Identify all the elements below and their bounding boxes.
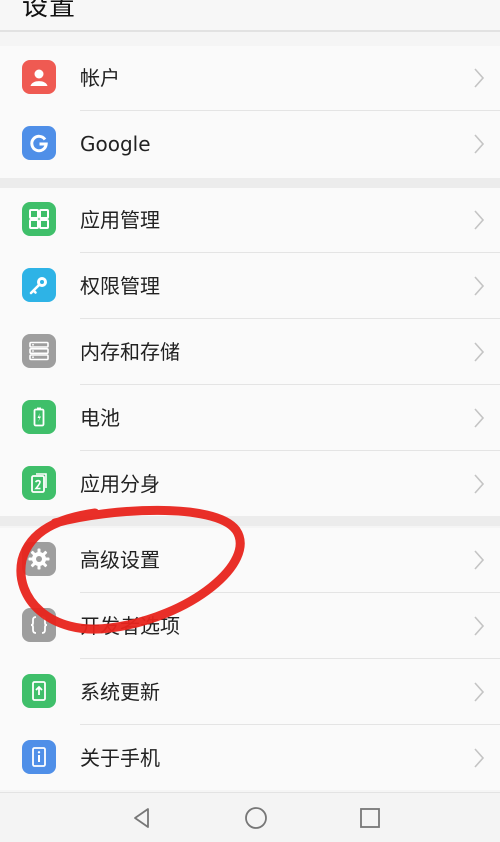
divider <box>80 450 500 451</box>
storage-icon <box>22 334 56 368</box>
update-icon <box>22 674 56 708</box>
chevron-right-icon <box>474 276 485 296</box>
settings-item-permissions[interactable]: 权限管理 <box>0 254 500 319</box>
chevron-right-icon <box>474 748 485 768</box>
settings-item-storage[interactable]: 内存和存储 <box>0 320 500 385</box>
chevron-right-icon <box>474 68 485 88</box>
settings-item-label: 高级设置 <box>80 548 160 572</box>
chevron-right-icon <box>474 474 485 494</box>
settings-item-app-twin[interactable]: 应用分身 <box>0 452 500 517</box>
settings-item-label: Google <box>80 132 151 156</box>
google-icon <box>22 126 56 160</box>
divider <box>80 724 500 725</box>
battery-icon <box>22 400 56 434</box>
chevron-right-icon <box>474 210 485 230</box>
settings-item-advanced[interactable]: 高级设置 <box>0 528 500 593</box>
divider <box>80 110 500 111</box>
app-twin-icon <box>22 466 56 500</box>
header: 设置 <box>0 0 500 32</box>
section-separator <box>0 516 500 526</box>
settings-item-app-manager[interactable]: 应用管理 <box>0 188 500 253</box>
chevron-right-icon <box>474 682 485 702</box>
system-group: 高级设置 开发者选项 系统更新 关于手机 <box>0 528 500 790</box>
apps-group: 应用管理 权限管理 内存和存储 电池 应用分身 <box>0 188 500 516</box>
braces-icon <box>22 608 56 642</box>
settings-item-label: 内存和存储 <box>80 340 180 364</box>
divider <box>80 658 500 659</box>
recents-icon <box>360 808 380 828</box>
chevron-right-icon <box>474 342 485 362</box>
home-icon <box>245 807 267 829</box>
settings-item-label: 电池 <box>80 406 120 430</box>
chevron-right-icon <box>474 408 485 428</box>
account-icon <box>22 60 56 94</box>
settings-item-label: 应用分身 <box>80 472 160 496</box>
back-icon <box>134 808 149 828</box>
chevron-right-icon <box>474 616 485 636</box>
settings-item-google[interactable]: Google <box>0 112 500 177</box>
settings-item-about-phone[interactable]: 关于手机 <box>0 726 500 791</box>
divider <box>80 252 500 253</box>
settings-item-label: 帐户 <box>80 66 120 90</box>
key-icon <box>22 268 56 302</box>
back-button[interactable] <box>127 803 157 833</box>
home-button[interactable] <box>241 803 271 833</box>
settings-item-battery[interactable]: 电池 <box>0 386 500 451</box>
settings-item-system-update[interactable]: 系统更新 <box>0 660 500 725</box>
settings-item-developer[interactable]: 开发者选项 <box>0 594 500 659</box>
divider <box>80 318 500 319</box>
chevron-right-icon <box>474 134 485 154</box>
settings-item-account[interactable]: 帐户 <box>0 46 500 111</box>
app-manager-icon <box>22 202 56 236</box>
accounts-group: 帐户 Google <box>0 46 500 178</box>
info-icon <box>22 740 56 774</box>
navigation-bar <box>0 792 500 842</box>
settings-item-label: 权限管理 <box>80 274 160 298</box>
chevron-right-icon <box>474 550 485 570</box>
divider <box>80 592 500 593</box>
settings-item-label: 系统更新 <box>80 680 160 704</box>
settings-item-label: 开发者选项 <box>80 614 180 638</box>
settings-item-label: 应用管理 <box>80 208 160 232</box>
settings-item-label: 关于手机 <box>80 746 160 770</box>
recents-button[interactable] <box>355 803 385 833</box>
page-title: 设置 <box>22 0 77 22</box>
gear-icon <box>22 542 56 576</box>
section-separator <box>0 178 500 188</box>
divider <box>80 384 500 385</box>
